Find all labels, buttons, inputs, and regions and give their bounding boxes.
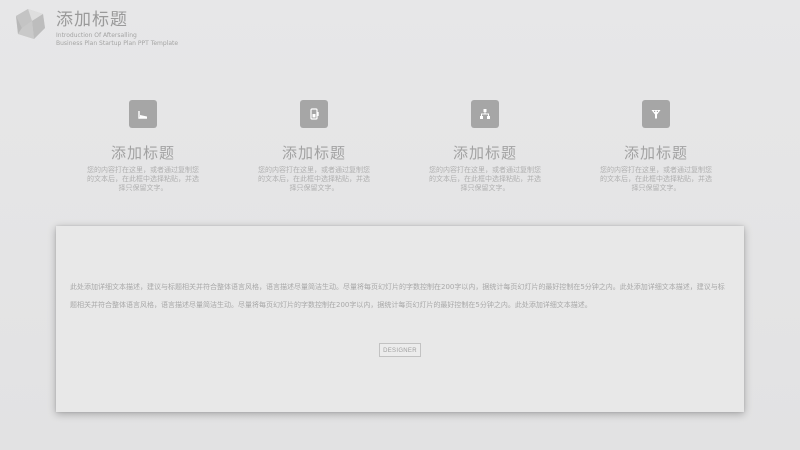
- feature-text: 您的内容打在这里，或者通过复制您的文本后，在此框中选择粘贴，并选择只保留文字。: [258, 166, 370, 192]
- feature-item-3: 添加标题 您的内容打在这里，或者通过复制您的文本后，在此框中选择粘贴，并选择只保…: [425, 100, 545, 193]
- battery-icon: [310, 108, 319, 120]
- page-subtitle: Introduction Of Aftersalling Business Pl…: [56, 32, 178, 48]
- feature-item-4: 添加标题 您的内容打在这里，或者通过复制您的文本后，在此框中选择粘贴，并选择只保…: [596, 100, 716, 193]
- page-title: 添加标题: [56, 10, 128, 30]
- subtitle-line-1: Introduction Of Aftersalling: [56, 32, 137, 39]
- feature-title: 添加标题: [110, 144, 175, 162]
- feature-icon-box: [129, 100, 157, 128]
- feature-item-2: 添加标题 您的内容打在这里，或者通过复制您的文本后，在此框中选择粘贴，并选择只保…: [254, 100, 374, 193]
- feature-item-1: 添加标题 您的内容打在这里，或者通过复制您的文本后，在此框中选择粘贴，并选择只保…: [83, 100, 203, 193]
- content-card: 此处添加详细文本描述，建议与标题相关并符合整体语言风格，语言描述尽量简洁生动。尽…: [56, 226, 744, 412]
- logo-polygon-icon: [16, 9, 45, 39]
- feature-icon-box: [471, 100, 499, 128]
- feature-row: 添加标题 您的内容打在这里，或者通过复制您的文本后，在此框中选择粘贴，并选择只保…: [0, 100, 800, 210]
- designer-button[interactable]: DESIGNER: [379, 343, 421, 357]
- feature-title: 添加标题: [281, 144, 346, 162]
- feature-text: 您的内容打在这里，或者通过复制您的文本后，在此框中选择粘贴，并选择只保留文字。: [600, 166, 712, 192]
- card-text: 此处添加详细文本描述，建议与标题相关并符合整体语言风格，语言描述尽量简洁生动。尽…: [70, 283, 725, 309]
- subtitle-line-2: Business Plan Startup Plan PPT Template: [56, 40, 179, 47]
- chart-line-icon: [138, 111, 147, 119]
- feature-title: 添加标题: [623, 144, 688, 162]
- feature-text: 您的内容打在这里，或者通过复制您的文本后，在此框中选择粘贴，并选择只保留文字。: [87, 166, 199, 192]
- slide: 添加标题 Introduction Of Aftersalling Busine…: [0, 0, 800, 450]
- feature-icon-box: [642, 100, 670, 128]
- feature-icon-box: [300, 100, 328, 128]
- network-icon: [480, 109, 490, 119]
- feature-text: 您的内容打在这里，或者通过复制您的文本后，在此框中选择粘贴，并选择只保留文字。: [429, 166, 541, 192]
- funnel-icon: [651, 110, 661, 119]
- feature-title: 添加标题: [452, 144, 517, 162]
